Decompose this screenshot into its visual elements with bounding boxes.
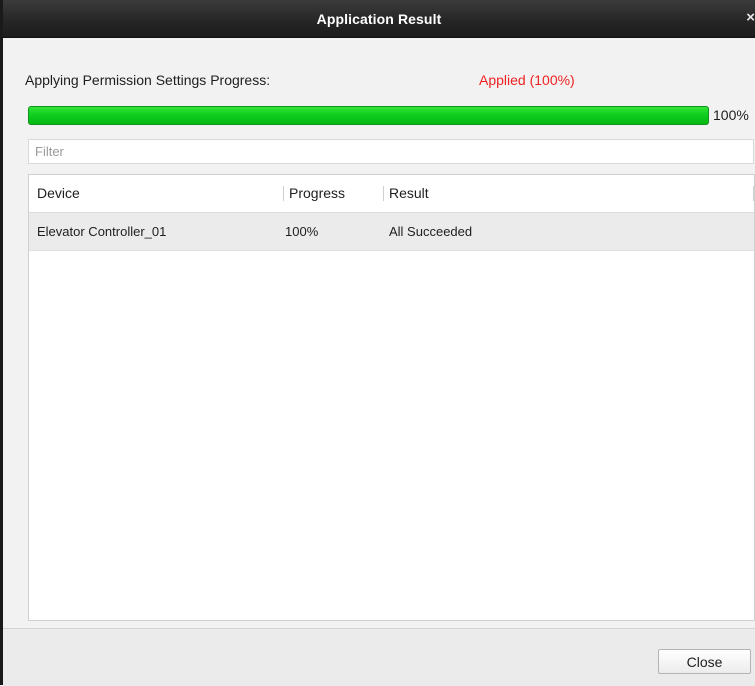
cell-device: Elevator Controller_01 bbox=[37, 224, 167, 239]
column-divider[interactable] bbox=[283, 186, 284, 201]
cell-progress: 100% bbox=[285, 224, 319, 239]
progress-bar bbox=[28, 106, 709, 125]
cell-result: All Succeeded bbox=[389, 224, 473, 239]
close-icon[interactable]: × bbox=[746, 9, 755, 26]
dialog-title: Application Result bbox=[316, 11, 442, 27]
dialog-titlebar[interactable]: Application Result × bbox=[3, 0, 755, 38]
column-header-device[interactable]: Device bbox=[37, 185, 80, 201]
close-button[interactable]: Close bbox=[658, 649, 751, 674]
progress-status: Applied (100%) bbox=[479, 72, 575, 88]
progress-label: Applying Permission Settings Progress: bbox=[25, 72, 271, 88]
column-header-result[interactable]: Result bbox=[389, 185, 429, 201]
column-header-progress[interactable]: Progress bbox=[289, 185, 345, 201]
filter-input[interactable] bbox=[28, 139, 754, 164]
progress-bar-fill bbox=[28, 106, 709, 125]
table-header: Device Progress Result bbox=[29, 175, 754, 213]
column-divider[interactable] bbox=[753, 186, 754, 201]
progress-percent: 100% bbox=[713, 107, 749, 123]
device-table: Device Progress Result Elevator Controll… bbox=[28, 174, 755, 621]
table-row[interactable]: Elevator Controller_01 100% All Succeede… bbox=[29, 213, 754, 251]
dialog-footer bbox=[3, 628, 755, 686]
column-divider[interactable] bbox=[383, 186, 384, 201]
application-result-dialog: Application Result × Applying Permission… bbox=[0, 0, 755, 686]
